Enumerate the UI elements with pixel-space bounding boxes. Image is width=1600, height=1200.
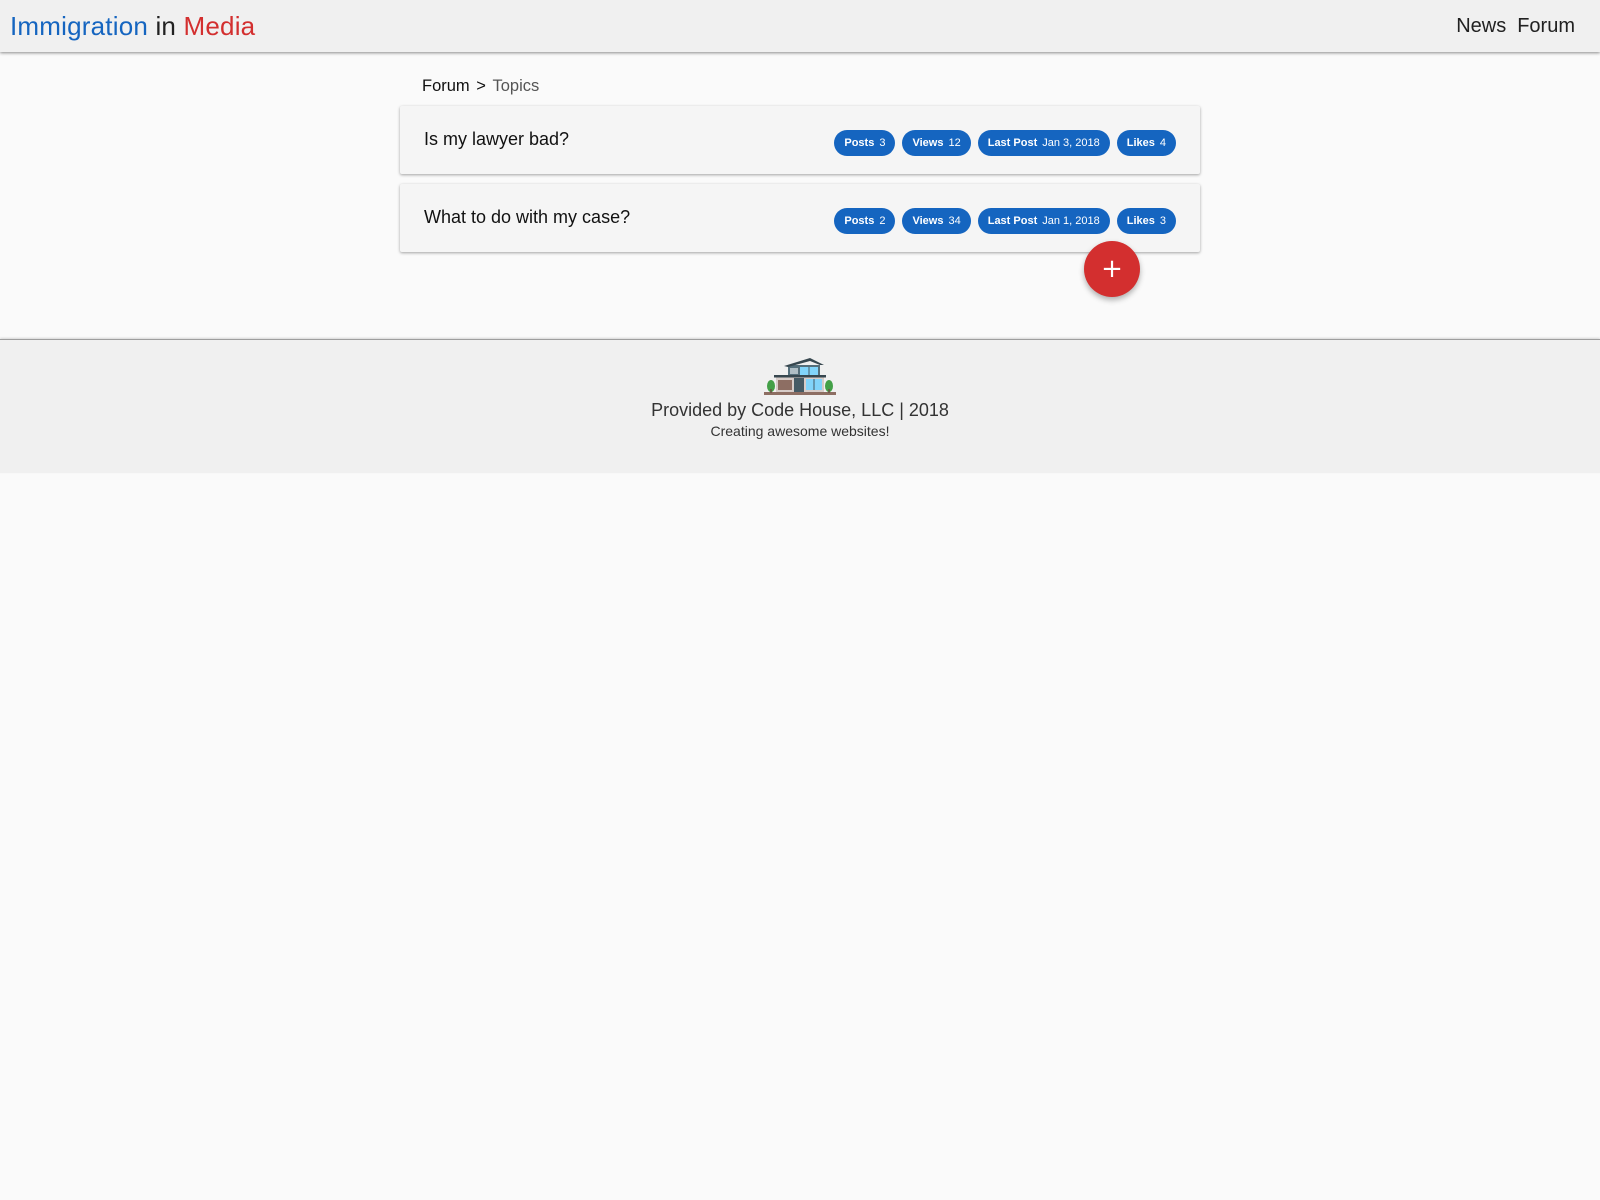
- chip-label: Views: [912, 137, 944, 149]
- chip-label: Views: [912, 215, 944, 227]
- posts-chip: Posts 2: [834, 208, 896, 234]
- chip-label: Last Post: [987, 137, 1038, 149]
- plus-icon: +: [1101, 254, 1123, 284]
- breadcrumb: Forum > Topics: [422, 75, 539, 97]
- house-logo-icon: [764, 358, 836, 395]
- topic-title[interactable]: Is my lawyer bad?: [424, 127, 569, 151]
- breadcrumb-separator: >: [476, 77, 486, 95]
- brand-word-immigration: Immigration: [10, 11, 149, 41]
- breadcrumb-forum-link[interactable]: Forum: [422, 77, 470, 95]
- topic-stats: Posts 2 Views 34 Last Post Jan 1, 2018 Like…: [834, 208, 1176, 234]
- chip-value: 3: [1159, 215, 1166, 227]
- chip-value: Jan 3, 2018: [1042, 137, 1100, 149]
- site-brand[interactable]: Immigration in Media: [10, 10, 255, 42]
- views-chip: Views 34: [902, 208, 971, 234]
- chip-value: Jan 1, 2018: [1042, 215, 1100, 227]
- topic-title[interactable]: What to do with my case?: [424, 205, 630, 229]
- chip-value: 4: [1159, 137, 1166, 149]
- posts-chip: Posts 3: [834, 130, 896, 156]
- chip-value: 34: [948, 215, 961, 227]
- chip-label: Posts: [844, 215, 875, 227]
- brand-word-media: Media: [183, 11, 256, 41]
- brand-word-in: in: [155, 11, 177, 41]
- footer-provider-text: Provided by Code House, LLC | 2018: [651, 400, 949, 420]
- likes-chip: Likes 3: [1116, 208, 1176, 234]
- topic-card[interactable]: What to do with my case? Posts 2 Views 34 …: [400, 184, 1200, 252]
- nav-news-link[interactable]: News: [1456, 13, 1506, 39]
- top-app-bar: Immigration in Media News Forum: [0, 0, 1600, 52]
- nav-forum-link[interactable]: Forum: [1517, 13, 1575, 39]
- footer-tagline: Creating awesome websites!: [710, 423, 890, 439]
- chip-label: Posts: [844, 137, 875, 149]
- likes-chip: Likes 4: [1116, 130, 1176, 156]
- topic-stats: Posts 3 Views 12 Last Post Jan 3, 2018 Like…: [834, 130, 1176, 156]
- chip-value: 3: [879, 137, 886, 149]
- chip-label: Likes: [1126, 215, 1155, 227]
- views-chip: Views 12: [902, 130, 971, 156]
- topic-card[interactable]: Is my lawyer bad? Posts 3 Views 12 Last Po…: [400, 106, 1200, 174]
- chip-value: 2: [879, 215, 886, 227]
- site-footer: Provided by Code House, LLC | 2018 Creat…: [0, 339, 1600, 473]
- chip-label: Last Post: [987, 215, 1038, 227]
- last-post-chip: Last Post Jan 3, 2018: [977, 130, 1110, 156]
- chip-label: Likes: [1126, 137, 1155, 149]
- chip-value: 12: [948, 137, 961, 149]
- last-post-chip: Last Post Jan 1, 2018: [977, 208, 1110, 234]
- breadcrumb-current: Topics: [492, 77, 540, 95]
- main-nav: News Forum: [1456, 13, 1575, 39]
- add-topic-button[interactable]: +: [1084, 241, 1140, 297]
